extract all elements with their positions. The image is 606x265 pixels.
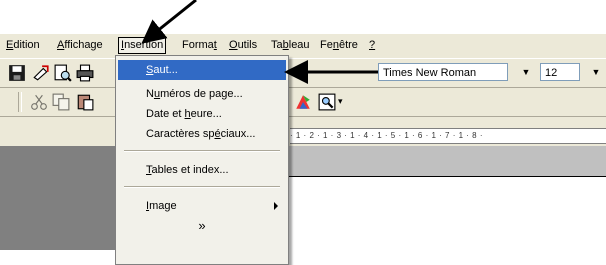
menu-item-numeros-de-page[interactable]: Numéros de page... [118,84,286,104]
menu-item-caracteres-speciaux[interactable]: Caractères spéciaux... [118,124,286,144]
menu-fenetre[interactable]: Fenêtre [318,38,360,53]
formatting-toolbar: ▾ [0,88,606,117]
save-icon[interactable] [8,64,26,82]
menu-affichage[interactable]: Affichage [55,38,105,53]
print-icon[interactable] [76,64,94,82]
font-name-combo[interactable]: Times New Roman [378,63,508,81]
menu-help[interactable]: ? [367,38,377,53]
paste-icon[interactable] [76,93,94,111]
menu-item-tables-et-index[interactable]: Tables et index... [118,160,286,180]
menu-edition[interactable]: Edition [4,38,42,53]
menu-format[interactable]: Format [180,38,219,53]
expand-menu-chevron-icon[interactable]: » [118,218,286,238]
email-icon[interactable] [32,64,50,82]
menu-bar: Edition Affichage Insertion Format Outil… [0,34,606,56]
menu-separator [124,186,280,188]
menu-item-image[interactable]: Image [118,196,286,216]
font-size-combo[interactable]: 12 [540,63,580,81]
copy-icon[interactable] [52,93,70,111]
submenu-arrow-icon [274,202,278,210]
chart-insert-icon[interactable] [294,93,312,111]
toolbar-separator [18,92,22,112]
ruler-marks: · 1 · 2 · 1 · 3 · 1 · 4 · 1 · 5 · 1 · 6 … [290,131,483,140]
insertion-dropdown-menu: Saut... Numéros de page... Date et heure… [115,55,289,265]
font-size-value: 12 [545,67,558,79]
menu-insertion[interactable]: Insertion [118,37,167,54]
menu-tableau[interactable]: Tableau [269,38,312,53]
menu-separator [124,150,280,152]
print-preview-icon[interactable] [54,64,72,82]
horizontal-ruler[interactable]: · 1 · 2 · 1 · 3 · 1 · 4 · 1 · 5 · 1 · 6 … [290,128,606,144]
chevron-down-icon[interactable]: ▼ [518,63,534,81]
cut-icon[interactable] [30,93,48,111]
standard-toolbar: Times New Roman ▼ 12 ▼ [0,58,606,88]
font-name-value: Times New Roman [383,67,477,79]
menu-item-saut[interactable]: Saut... [118,60,286,80]
menu-outils[interactable]: Outils [227,38,259,53]
chevron-down-icon[interactable]: ▼ [588,63,604,81]
document-map-icon[interactable] [318,93,336,111]
chevron-down-icon[interactable]: ▾ [338,96,343,107]
menu-item-date-et-heure[interactable]: Date et heure... [118,104,286,124]
